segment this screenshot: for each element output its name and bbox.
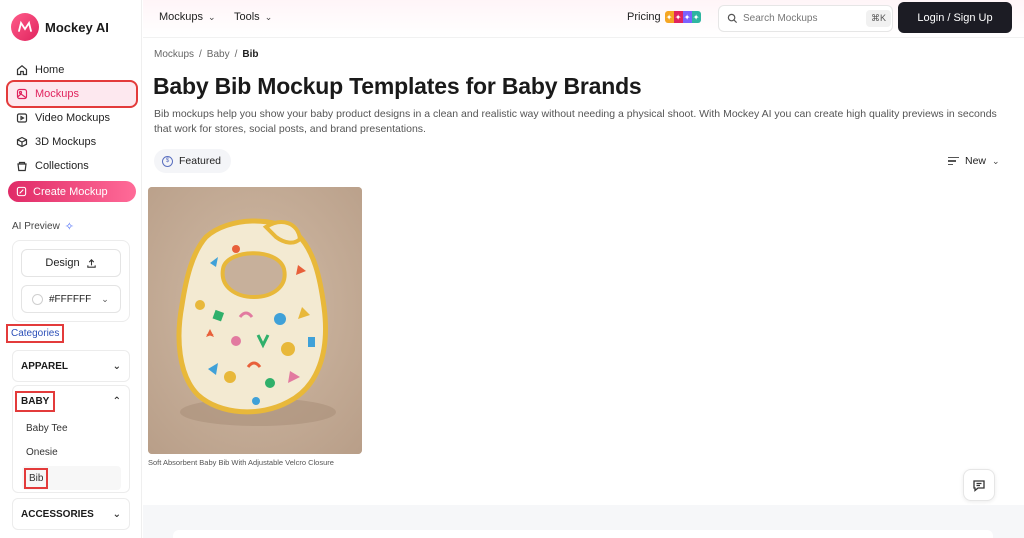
mockup-thumbnail[interactable] <box>148 187 362 454</box>
menu-mockups[interactable]: Mockups ⌄ <box>159 11 216 23</box>
sidebar-item-3d-mockups[interactable]: 3D Mockups <box>8 130 136 154</box>
mockup-card-caption: Soft Absorbent Baby Bib With Adjustable … <box>148 458 334 467</box>
sort-icon <box>948 157 959 165</box>
menu-label: Tools <box>234 11 260 23</box>
sidebar-item-label: 3D Mockups <box>35 136 97 148</box>
breadcrumb-mockups[interactable]: Mockups <box>154 49 194 60</box>
design-label: Design <box>45 257 80 269</box>
sort-dropdown[interactable]: New ⌄ <box>948 155 1000 167</box>
pricing-label: Pricing <box>627 11 661 23</box>
subcategory-label: Baby Tee <box>26 422 68 434</box>
breadcrumb-separator: / <box>199 49 202 60</box>
ai-preview-heading: AI Preview ✧ <box>12 220 74 233</box>
category-baby[interactable]: BABY ⌃ Baby Tee Onesie Bib <box>12 385 130 493</box>
page-description: Bib mockups help you show your baby prod… <box>154 108 997 135</box>
sidebar-item-label: Video Mockups <box>35 112 111 124</box>
subcategory-onesie[interactable]: Onesie <box>13 440 129 464</box>
collections-icon <box>17 161 27 172</box>
featured-filter-chip[interactable]: $ Featured <box>154 149 232 173</box>
upload-icon <box>86 258 96 268</box>
top-bar: Mockups ⌄ Tools ⌄ Pricing ✦ ✦ ✦ ✦ ⌘K Log… <box>143 0 1024 38</box>
breadcrumb-current: Bib <box>242 49 259 60</box>
search-input[interactable] <box>743 13 861 24</box>
categories-heading: Categories <box>5 324 65 343</box>
subcategory-label: Bib <box>23 467 49 489</box>
sidebar-nav: Home Mockups Video Mockups 3D Mockups Co… <box>6 58 138 202</box>
search-icon <box>727 13 738 24</box>
chevron-up-icon: ⌃ <box>112 395 121 407</box>
featured-label: Featured <box>179 155 222 167</box>
color-swatch <box>32 293 43 305</box>
sidebar-item-label: Collections <box>35 160 89 172</box>
sidebar-item-label: Home <box>35 64 65 76</box>
brand-name: Mockey AI <box>45 19 109 35</box>
chevron-down-icon: ⌄ <box>992 155 1000 166</box>
ai-preview-panel: Design #FFFFFF ⌄ <box>12 240 130 322</box>
category-label: BABY <box>14 390 56 412</box>
chevron-down-icon: ⌄ <box>112 360 121 372</box>
breadcrumb: Mockups / Baby / Bib <box>154 49 258 60</box>
category-header[interactable]: ACCESSORIES ⌄ <box>13 499 129 529</box>
subcategory-label: Onesie <box>26 446 58 458</box>
breadcrumb-separator: / <box>234 49 238 60</box>
color-value: #FFFFFF <box>49 293 92 305</box>
login-signup-button[interactable]: Login / Sign Up <box>898 2 1012 33</box>
home-icon <box>16 65 28 76</box>
brand[interactable]: Mockey AI <box>11 13 109 41</box>
category-apparel[interactable]: APPAREL ⌄ <box>12 350 130 382</box>
pricing-badge-icon: ✦ ✦ ✦ ✦ <box>664 11 701 23</box>
sidebar-item-video-mockups[interactable]: Video Mockups <box>8 106 136 130</box>
ai-preview-label: AI Preview <box>12 221 60 232</box>
cube-icon <box>16 136 28 148</box>
mockup-card[interactable]: Soft Absorbent Baby Bib With Adjustable … <box>148 187 362 467</box>
chevron-down-icon: ⌄ <box>112 508 121 520</box>
sidebar-item-home[interactable]: Home <box>8 58 136 82</box>
page-title: Baby Bib Mockup Templates for Baby Brand… <box>153 73 642 99</box>
sidebar: Mockey AI Home Mockups Video Mockups 3D … <box>0 0 142 538</box>
footer-card <box>173 530 993 538</box>
sidebar-item-mockups[interactable]: Mockups <box>6 80 138 108</box>
chat-support-button[interactable] <box>963 469 995 501</box>
bib-illustration <box>148 187 362 454</box>
chat-icon <box>973 480 985 492</box>
search-shortcut: ⌘K <box>866 10 892 27</box>
sidebar-item-label: Mockups <box>35 88 80 100</box>
chevron-down-icon: ⌄ <box>208 11 216 22</box>
upload-design-button[interactable]: Design <box>21 249 121 277</box>
category-label: ACCESSORIES <box>21 508 94 520</box>
edit-icon <box>16 186 27 197</box>
subcategory-baby-tee[interactable]: Baby Tee <box>13 416 129 440</box>
subcategory-bib[interactable]: Bib <box>22 466 121 490</box>
create-mockup-button[interactable]: Create Mockup <box>8 181 136 202</box>
pricing-link[interactable]: Pricing ✦ ✦ ✦ ✦ <box>627 11 701 23</box>
chevron-down-icon: ⌄ <box>101 293 109 304</box>
menu-tools[interactable]: Tools ⌄ <box>234 11 272 23</box>
sort-label: New <box>965 155 987 167</box>
video-icon <box>16 113 28 123</box>
featured-icon: $ <box>162 155 173 167</box>
category-label: APPAREL <box>21 360 69 372</box>
brand-logo-icon <box>11 13 39 41</box>
sidebar-item-collections[interactable]: Collections <box>8 154 136 178</box>
create-mockup-label: Create Mockup <box>33 185 108 198</box>
category-header[interactable]: APPAREL ⌄ <box>13 351 129 381</box>
search-box[interactable]: ⌘K <box>718 5 893 32</box>
menu-label: Mockups <box>159 11 204 23</box>
chevron-down-icon: ⌄ <box>264 11 273 22</box>
category-accessories[interactable]: ACCESSORIES ⌄ <box>12 498 130 530</box>
category-header[interactable]: BABY ⌃ <box>13 386 129 416</box>
color-picker-dropdown[interactable]: #FFFFFF ⌄ <box>21 285 121 313</box>
mockups-icon <box>16 88 28 100</box>
sparkle-icon: ✧ <box>64 221 75 233</box>
breadcrumb-baby[interactable]: Baby <box>207 49 230 60</box>
